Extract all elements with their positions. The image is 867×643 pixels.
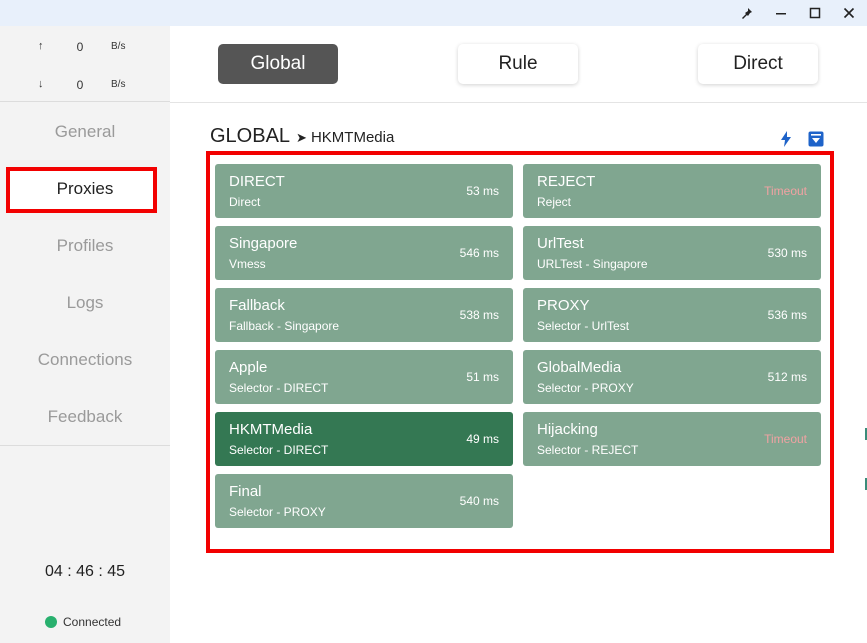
pin-icon[interactable] bbox=[730, 0, 764, 26]
proxy-name: Hijacking bbox=[537, 421, 598, 438]
proxy-card-direct[interactable]: DIRECT Direct 53 ms bbox=[215, 164, 513, 218]
proxy-delay[interactable]: 49 ms bbox=[466, 432, 499, 446]
download-unit: B/s bbox=[111, 79, 126, 90]
proxy-type: Vmess bbox=[229, 257, 266, 271]
upload-speed: ↑ 0 B/s bbox=[0, 38, 170, 58]
proxy-type: Selector - PROXY bbox=[537, 381, 634, 395]
title-bar bbox=[0, 0, 867, 26]
upload-unit: B/s bbox=[111, 41, 126, 52]
proxy-type: Reject bbox=[537, 195, 572, 209]
proxy-type: Selector - DIRECT bbox=[229, 443, 329, 457]
proxy-type: Selector - REJECT bbox=[537, 443, 639, 457]
sidebar: ↑ 0 B/s ↓ 0 B/s General Proxies Profiles… bbox=[0, 26, 170, 643]
proxy-delay[interactable]: 512 ms bbox=[768, 370, 807, 384]
group-selected-proxy: HKMTMedia bbox=[310, 129, 395, 146]
mode-header: Global Rule Direct bbox=[170, 26, 867, 102]
proxy-name: Singapore bbox=[229, 235, 298, 252]
proxy-delay[interactable]: 538 ms bbox=[460, 308, 499, 322]
maximize-icon[interactable] bbox=[798, 0, 832, 26]
proxy-card-apple[interactable]: Apple Selector - DIRECT 51 ms bbox=[215, 350, 513, 404]
status-dot-icon bbox=[45, 616, 57, 628]
proxy-type: Fallback - Singapore bbox=[229, 319, 340, 333]
proxy-delay[interactable]: 53 ms bbox=[466, 184, 499, 198]
proxy-name: REJECT bbox=[537, 173, 596, 190]
proxy-delay[interactable]: Timeout bbox=[764, 432, 807, 446]
sidebar-item-profiles[interactable]: Profiles bbox=[0, 228, 170, 264]
lightning-icon[interactable] bbox=[778, 131, 794, 147]
proxy-card-singapore[interactable]: Singapore Vmess 546 ms bbox=[215, 226, 513, 280]
header-divider bbox=[170, 102, 867, 103]
proxy-card-proxy[interactable]: PROXY Selector - UrlTest 536 ms bbox=[523, 288, 821, 342]
mode-direct-button[interactable]: Direct bbox=[698, 44, 818, 84]
download-speed: ↓ 0 B/s bbox=[0, 76, 170, 96]
mode-global-button[interactable]: Global bbox=[218, 44, 338, 84]
proxy-type: Selector - PROXY bbox=[229, 505, 326, 519]
proxy-type: Selector - UrlTest bbox=[537, 319, 630, 333]
close-icon[interactable] bbox=[832, 0, 866, 26]
proxy-type: Direct bbox=[229, 195, 261, 209]
proxy-card-hijacking[interactable]: Hijacking Selector - REJECT Timeout bbox=[523, 412, 821, 466]
group-name: GLOBAL bbox=[210, 125, 291, 147]
sidebar-item-feedback[interactable]: Feedback bbox=[0, 399, 170, 435]
sidebar-item-logs[interactable]: Logs bbox=[0, 285, 170, 321]
proxy-name: Fallback bbox=[229, 297, 285, 314]
connection-status: Connected bbox=[45, 615, 121, 629]
minimize-icon[interactable] bbox=[764, 0, 798, 26]
sidebar-divider bbox=[0, 101, 170, 102]
proxy-name: HKMTMedia bbox=[229, 421, 313, 438]
download-arrow-icon: ↓ bbox=[38, 78, 44, 90]
proxy-delay[interactable]: 530 ms bbox=[768, 246, 807, 260]
proxy-delay[interactable]: 51 ms bbox=[466, 370, 499, 384]
download-value: 0 bbox=[76, 78, 84, 92]
sidebar-item-proxies[interactable]: Proxies bbox=[0, 171, 170, 207]
proxy-card-reject[interactable]: REJECT Reject Timeout bbox=[523, 164, 821, 218]
group-heading: GLOBAL ➤ HKMTMedia bbox=[210, 125, 394, 148]
proxy-name: PROXY bbox=[537, 297, 590, 314]
proxy-card-final[interactable]: Final Selector - PROXY 540 ms bbox=[215, 474, 513, 528]
upload-arrow-icon: ↑ bbox=[38, 40, 44, 52]
proxy-delay[interactable]: 540 ms bbox=[460, 494, 499, 508]
proxy-name: Apple bbox=[229, 359, 268, 376]
collapse-icon[interactable] bbox=[808, 131, 824, 147]
uptime-clock: 04 : 46 : 45 bbox=[44, 563, 126, 580]
proxy-name: Final bbox=[229, 483, 262, 500]
proxy-card-fallback[interactable]: Fallback Fallback - Singapore 538 ms bbox=[215, 288, 513, 342]
proxy-card-globalmedia[interactable]: GlobalMedia Selector - PROXY 512 ms bbox=[523, 350, 821, 404]
mode-rule-button[interactable]: Rule bbox=[458, 44, 578, 84]
proxy-delay[interactable]: Timeout bbox=[764, 184, 807, 198]
proxy-card-urltest[interactable]: UrlTest URLTest - Singapore 530 ms bbox=[523, 226, 821, 280]
proxy-name: UrlTest bbox=[537, 235, 584, 252]
proxy-type: URLTest - Singapore bbox=[537, 257, 648, 271]
upload-value: 0 bbox=[76, 40, 84, 54]
sidebar-divider bbox=[0, 445, 170, 446]
proxy-name: DIRECT bbox=[229, 173, 285, 190]
sidebar-item-connections[interactable]: Connections bbox=[0, 342, 170, 378]
group-separator-icon: ➤ bbox=[296, 130, 307, 145]
proxy-name: GlobalMedia bbox=[537, 359, 622, 376]
proxy-delay[interactable]: 546 ms bbox=[460, 246, 499, 260]
sidebar-item-general[interactable]: General bbox=[0, 114, 170, 150]
proxy-card-hkmtmedia[interactable]: HKMTMedia Selector - DIRECT 49 ms bbox=[215, 412, 513, 466]
status-label: Connected bbox=[63, 615, 122, 629]
proxy-delay[interactable]: 536 ms bbox=[768, 308, 807, 322]
proxy-type: Selector - DIRECT bbox=[229, 381, 329, 395]
